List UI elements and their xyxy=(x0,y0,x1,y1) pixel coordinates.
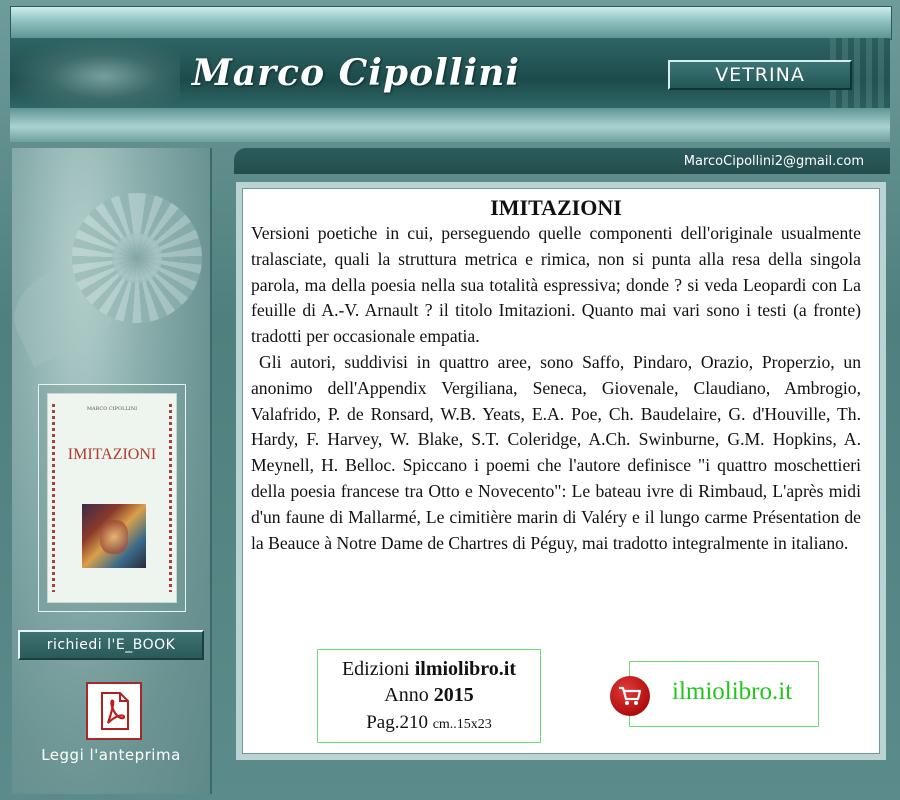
shopping-cart-icon xyxy=(610,676,650,716)
header-band xyxy=(10,108,890,142)
book-size: cm..15x23 xyxy=(432,717,492,732)
book-cover[interactable]: MARCO CIPOLLINI IMITAZIONI xyxy=(47,393,177,603)
publisher-name: ilmiolibro.it xyxy=(414,658,517,680)
publisher-info: Edizioni ilmiolibro.it Anno 2015 Pag.210… xyxy=(317,649,541,743)
sidebar: MARCO CIPOLLINI IMITAZIONI richiedi l'E_… xyxy=(12,148,212,794)
decorative-flower-center xyxy=(112,233,162,283)
pages-line: Pag.210 cm..15x23 xyxy=(318,708,540,740)
site-title: Marco Cipollini xyxy=(192,52,520,94)
cover-border-right xyxy=(169,404,172,592)
year-label: Anno xyxy=(384,684,429,706)
request-ebook-button[interactable]: richiedi l'E_BOOK xyxy=(18,630,204,660)
preview-link[interactable]: Leggi l'anteprima xyxy=(12,746,210,764)
email-bar: MarcoCipollini2@gmail.com xyxy=(234,148,890,174)
pdf-glyph-icon xyxy=(101,692,129,730)
pdf-icon[interactable] xyxy=(86,682,142,740)
header-ornament xyxy=(10,38,180,108)
book-cover-frame[interactable]: MARCO CIPOLLINI IMITAZIONI xyxy=(38,384,186,612)
cover-author: MARCO CIPOLLINI xyxy=(86,406,138,412)
shop-label: ilmiolibro.it xyxy=(672,678,793,705)
authors-paragraph: Gli autori, suddivisi in quattro aree, s… xyxy=(251,351,861,553)
cover-title: IMITAZIONI xyxy=(67,446,157,463)
year-value: 2015 xyxy=(433,684,474,706)
top-strip xyxy=(10,6,892,40)
cover-artwork-figure xyxy=(100,520,128,554)
main-content: IMITAZIONI Versioni poetiche in cui, per… xyxy=(242,188,880,754)
cover-border-left xyxy=(52,404,55,592)
site-header: Marco Cipollini VETRINA xyxy=(10,38,890,108)
page-title: IMITAZIONI xyxy=(490,195,622,220)
cart-glyph-icon xyxy=(619,686,642,705)
page-count: Pag.210 xyxy=(366,712,428,733)
vetrina-button[interactable]: VETRINA xyxy=(668,60,852,90)
description-paragraph: Versioni poetiche in cui, perseguendo qu… xyxy=(251,223,861,347)
publisher-prefix: Edizioni xyxy=(341,658,410,680)
publisher-line: Edizioni ilmiolibro.it xyxy=(318,656,540,682)
email-link[interactable]: MarcoCipollini2@gmail.com xyxy=(684,154,864,169)
year-line: Anno 2015 xyxy=(318,682,540,708)
buy-link[interactable]: ilmiolibro.it xyxy=(610,661,819,727)
